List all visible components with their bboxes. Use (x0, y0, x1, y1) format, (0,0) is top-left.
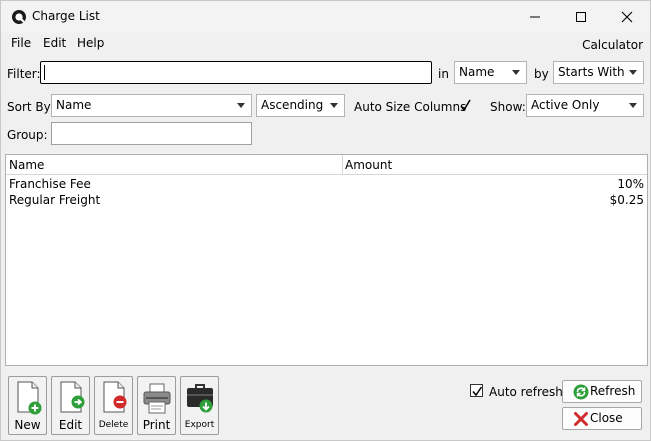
edit-button[interactable]: Edit (51, 376, 90, 435)
show-filter-value: Active Only (531, 98, 600, 112)
edit-button-label: Edit (58, 418, 83, 432)
maximize-icon (576, 11, 586, 22)
maximize-button[interactable] (558, 1, 604, 32)
sort-field-value: Name (56, 98, 92, 112)
new-button-label: New (14, 418, 41, 432)
menu-edit-label: Edit (43, 36, 67, 50)
app-logo-icon (12, 10, 26, 24)
delete-button-label: Delete (98, 420, 129, 430)
cell-name: Franchise Fee (9, 177, 91, 191)
window-title: Charge List (32, 9, 100, 23)
show-label: Show: (490, 100, 526, 114)
refresh-button[interactable]: Refresh (562, 380, 642, 403)
filter-match-select[interactable]: Starts With (553, 61, 644, 84)
chevron-down-icon (629, 103, 637, 108)
printer-icon (143, 383, 171, 414)
close-button[interactable]: Close (562, 407, 642, 430)
filter-in-label: in (438, 67, 449, 81)
refresh-icon (573, 384, 589, 400)
chevron-down-icon (512, 70, 520, 75)
filter-match-value: Starts With (558, 65, 625, 79)
menu-file-label: File (11, 36, 32, 50)
sort-field-select[interactable]: Name (51, 94, 252, 117)
column-header-amount[interactable]: Amount (345, 158, 392, 172)
filter-input[interactable] (40, 61, 432, 84)
chevron-down-icon (629, 70, 637, 75)
filter-field-select[interactable]: Name (454, 61, 527, 84)
title-bar: Charge List (1, 1, 650, 33)
text-caret (44, 65, 45, 80)
delete-document-icon (103, 381, 127, 413)
table-row[interactable]: Regular Freight $0.25 (6, 192, 647, 208)
chevron-down-icon (237, 103, 245, 108)
edit-document-icon (60, 381, 85, 413)
new-button[interactable]: New (8, 376, 47, 435)
sort-order-value: Ascending (261, 98, 324, 112)
group-label: Group: (7, 128, 48, 142)
new-document-icon (17, 381, 42, 415)
chevron-down-icon (330, 103, 338, 108)
table-header: Name Amount (6, 155, 647, 175)
auto-size-columns-label: Auto Size Columns (354, 100, 467, 114)
show-filter-select[interactable]: Active Only (526, 94, 644, 117)
charge-list-table: Name Amount Franchise Fee 10% Regular Fr… (5, 154, 648, 366)
filter-label: Filter: (7, 67, 41, 81)
auto-refresh-label: Auto refresh (489, 385, 563, 399)
cell-name: Regular Freight (9, 193, 101, 207)
sort-order-select[interactable]: Ascending (256, 94, 345, 117)
close-x-icon (574, 412, 588, 426)
export-button-label: Export (184, 420, 215, 430)
checkmark-icon (472, 386, 483, 397)
refresh-button-label: Refresh (590, 384, 636, 398)
close-button-label: Close (590, 411, 623, 425)
calculator-link[interactable]: Calculator (582, 38, 643, 52)
menu-bar: File Edit Help Calculator (1, 33, 650, 55)
charge-list-window: Charge List File Edit Help Calculator Fi… (0, 0, 651, 441)
menu-help[interactable]: Help (77, 36, 104, 50)
sort-by-label: Sort By: (7, 100, 54, 114)
menu-help-label: Help (77, 36, 105, 50)
table-row[interactable]: Franchise Fee 10% (6, 176, 647, 192)
print-button[interactable]: Print (137, 376, 176, 435)
minimize-button[interactable] (512, 1, 558, 32)
column-header-name[interactable]: Name (9, 158, 44, 172)
column-divider[interactable] (342, 155, 343, 175)
menu-edit[interactable]: Edit (43, 36, 66, 50)
group-input[interactable] (51, 122, 252, 145)
export-briefcase-icon (187, 384, 213, 413)
filter-by-label: by (534, 67, 549, 81)
print-button-label: Print (142, 418, 171, 432)
close-icon (621, 11, 633, 22)
auto-refresh-checkbox[interactable] (470, 384, 483, 397)
menu-file[interactable]: File (11, 36, 31, 50)
export-button[interactable]: Export (180, 376, 219, 435)
minimize-icon (530, 16, 540, 17)
delete-button[interactable]: Delete (94, 376, 133, 435)
cell-amount: $0.25 (609, 193, 644, 207)
close-window-button[interactable] (604, 1, 650, 32)
checkmark-icon (460, 99, 471, 112)
cell-amount: 10% (617, 177, 644, 191)
filter-field-value: Name (459, 65, 495, 79)
auto-size-columns-checkbox[interactable] (459, 99, 472, 112)
